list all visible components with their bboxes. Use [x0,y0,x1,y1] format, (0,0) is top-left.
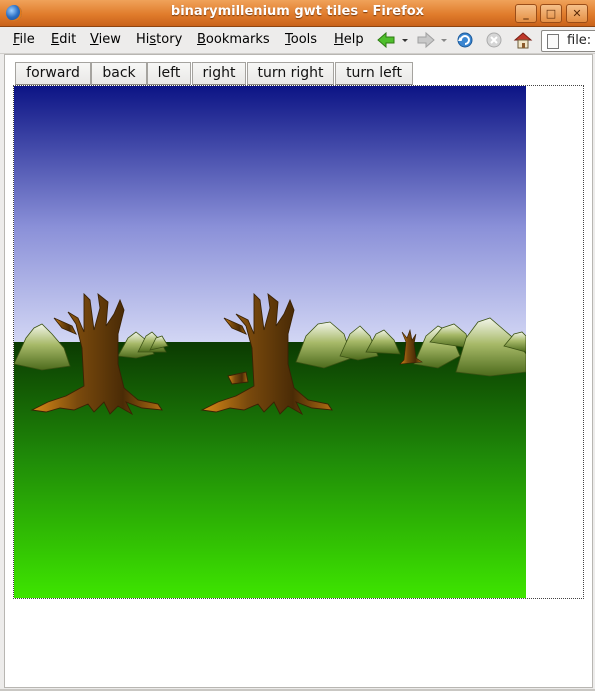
home-icon[interactable] [513,31,533,49]
menu-bookmarks[interactable]: Bookmarks [197,32,270,47]
window-title: binarymillenium gwt tiles - Firefox [170,4,425,19]
maximize-button[interactable]: □ [540,4,562,23]
menu-edit[interactable]: Edit [51,32,76,47]
menu-bar: File Edit View History Bookmarks Tools H… [0,27,595,54]
right-button[interactable]: right [192,62,246,85]
url-bar[interactable]: file: [541,30,595,52]
menu-history[interactable]: History [136,32,182,47]
menu-file[interactable]: File [13,32,35,47]
close-button[interactable]: ✕ [566,4,588,23]
stop-icon[interactable] [485,31,503,49]
scene-svg [14,86,526,598]
tile-viewport[interactable] [13,85,584,599]
turn-right-button[interactable]: turn right [247,62,334,85]
menu-tools[interactable]: Tools [285,32,317,47]
left-button[interactable]: left [147,62,191,85]
reload-icon[interactable] [456,31,474,49]
back-history-chevron-icon[interactable] [401,31,409,49]
forward-button[interactable]: forward [15,62,91,85]
url-input[interactable]: file: [567,33,591,48]
scene-canvas[interactable] [14,86,526,598]
page-icon [547,34,559,49]
forward-arrow-icon[interactable] [416,31,436,49]
back-button[interactable]: back [91,62,147,85]
window-titlebar[interactable]: binarymillenium gwt tiles - Firefox _ □ … [0,0,595,27]
menu-help[interactable]: Help [334,32,364,47]
menu-view[interactable]: View [90,32,121,47]
forward-history-chevron-icon[interactable] [440,31,448,49]
page-content: forward back left right turn right turn … [4,54,593,688]
minimize-button[interactable]: _ [515,4,537,23]
back-arrow-icon[interactable] [376,31,396,49]
turn-left-button[interactable]: turn left [335,62,413,85]
